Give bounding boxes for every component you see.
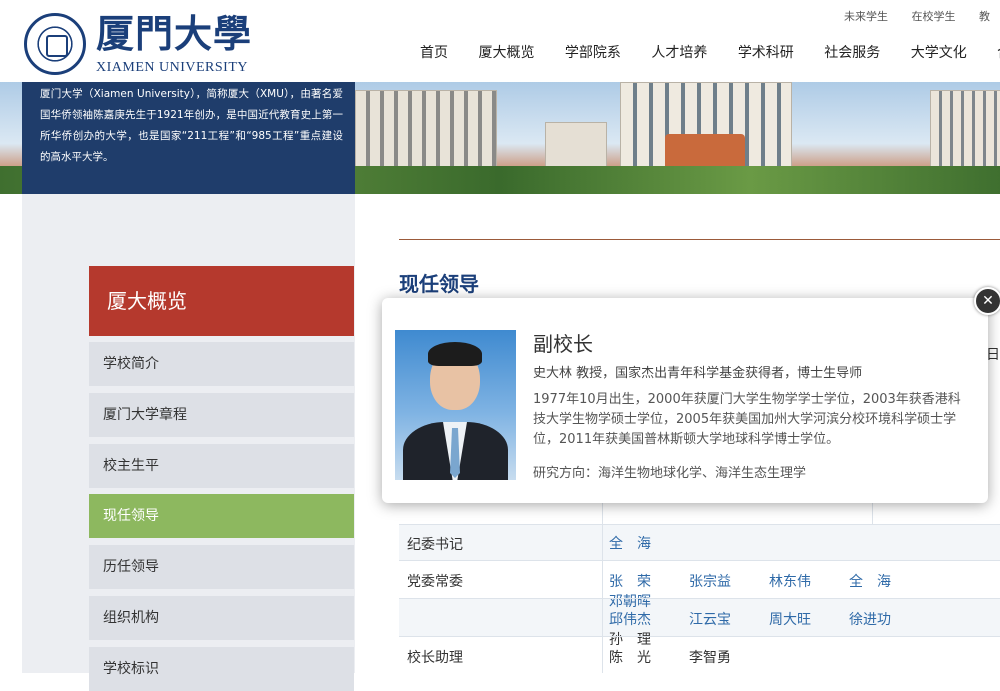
logo-english[interactable]: XIAMEN UNIVERSITY bbox=[96, 60, 248, 76]
university-seal-icon[interactable] bbox=[24, 13, 86, 75]
leader-photo bbox=[395, 330, 516, 480]
nav-culture[interactable]: 大学文化 bbox=[911, 45, 967, 61]
sidebar-item-charter[interactable]: 厦门大学章程 bbox=[89, 393, 354, 437]
leader-detail-popup: 副校长 史大林 教授，国家杰出青年科学基金获得者，博士生导师 1977年10月出… bbox=[382, 298, 988, 503]
nav-research[interactable]: 学术科研 bbox=[738, 45, 794, 61]
popup-subtitle: 史大林 教授，国家杰出青年科学基金获得者，博士生导师 bbox=[533, 366, 863, 381]
sidebar-item-former-leaders[interactable]: 历任领导 bbox=[89, 545, 354, 589]
role-label: 纪委书记 bbox=[407, 537, 463, 553]
site-header: 厦門大學 XIAMEN UNIVERSITY 未来学生 在校学生 教 首页 厦大… bbox=[0, 0, 1000, 82]
leader-name-link[interactable]: 周大旺 bbox=[769, 609, 849, 629]
nav-education[interactable]: 人才培养 bbox=[651, 45, 707, 61]
nav-overview[interactable]: 厦大概览 bbox=[478, 45, 534, 61]
table-row: 校长助理 陈 光 李智勇 bbox=[399, 636, 1000, 675]
sidebar-item-founder[interactable]: 校主生平 bbox=[89, 444, 354, 488]
page-title: 现任领导 bbox=[399, 272, 479, 296]
top-link-staff[interactable]: 教 bbox=[979, 10, 990, 23]
leader-name-link[interactable]: 徐进功 bbox=[849, 609, 929, 629]
university-intro: 厦门大学（Xiamen University），简称厦大（XMU），由著名爱国华… bbox=[22, 82, 355, 194]
sidebar-item-organization[interactable]: 组织机构 bbox=[89, 596, 354, 640]
role-label: 党委常委 bbox=[407, 574, 463, 590]
leader-name-link[interactable]: 林东伟 bbox=[769, 571, 849, 591]
leader-name-link[interactable]: 江云宝 bbox=[689, 609, 769, 629]
popup-title: 副校长 bbox=[533, 332, 593, 356]
leader-name-link[interactable]: 全 海 bbox=[609, 533, 689, 553]
top-links: 未来学生 在校学生 教 bbox=[844, 8, 1000, 24]
leader-name: 李智勇 bbox=[689, 650, 731, 666]
leader-name-link[interactable]: 邱伟杰 bbox=[609, 609, 689, 629]
nav-home[interactable]: 首页 bbox=[420, 45, 448, 61]
nav-schools[interactable]: 学部院系 bbox=[565, 45, 621, 61]
role-label: 校长助理 bbox=[407, 650, 463, 666]
table-row: 邱伟杰 江云宝 周大旺 徐进功孙 理 bbox=[399, 598, 1000, 648]
leader-name-link[interactable]: 张 荣 bbox=[609, 571, 689, 591]
close-icon[interactable]: ✕ bbox=[974, 287, 1000, 315]
leader-name-link[interactable]: 张宗益 bbox=[689, 571, 769, 591]
sidebar-item-identity[interactable]: 学校标识 bbox=[89, 647, 354, 691]
sidebar-item-current-leaders[interactable]: 现任领导 bbox=[89, 494, 354, 538]
table-row: 纪委书记 全 海 bbox=[399, 524, 1000, 561]
name-list: 陈 光 李智勇 bbox=[609, 647, 769, 667]
table-row: 党委常委 张 荣张宗益 林东伟全 海邓朝晖 bbox=[399, 560, 1000, 610]
sidebar-title: 厦大概览 bbox=[89, 266, 354, 336]
photo-hair bbox=[428, 342, 482, 366]
name-list: 全 海 bbox=[609, 533, 689, 553]
table-cell-fragment: 日 bbox=[986, 347, 1000, 363]
leader-name: 陈 光 bbox=[609, 650, 651, 666]
popup-research: 研究方向：海洋生物地球化学、海洋生态生理学 bbox=[533, 466, 807, 481]
sidebar-item-introduction[interactable]: 学校简介 bbox=[89, 342, 354, 386]
main-nav: 首页 厦大概览 学部院系 人才培养 学术科研 社会服务 大学文化 合 bbox=[420, 42, 1000, 62]
top-link-current-students[interactable]: 在校学生 bbox=[912, 10, 956, 23]
content-divider bbox=[399, 239, 1000, 240]
top-link-future-students[interactable]: 未来学生 bbox=[844, 10, 888, 23]
nav-service[interactable]: 社会服务 bbox=[824, 45, 880, 61]
popup-bio: 1977年10月出生，2000年获厦门大学生物学学士学位，2003年获香港科技大… bbox=[533, 392, 961, 447]
leader-name-link[interactable]: 全 海 bbox=[849, 571, 929, 591]
logo-chinese[interactable]: 厦門大學 bbox=[96, 14, 252, 54]
